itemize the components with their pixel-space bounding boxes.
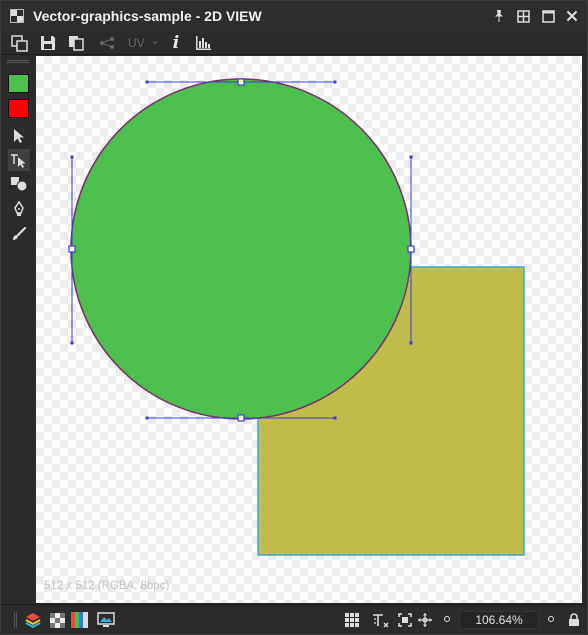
fit-view-icon[interactable]: [395, 610, 415, 630]
layers-icon[interactable]: [23, 610, 43, 630]
brush-tool-icon[interactable]: [8, 223, 30, 245]
new-document-icon[interactable]: [9, 33, 29, 53]
transparency-icon[interactable]: [47, 610, 67, 630]
histogram-icon[interactable]: [193, 33, 213, 53]
share-icon[interactable]: [97, 33, 117, 53]
pan-icon[interactable]: [415, 610, 435, 630]
display-icon[interactable]: [96, 610, 116, 630]
tool-panel: [1, 56, 35, 604]
toolbar: UV ⌄ i: [1, 31, 587, 55]
image-info-label: 512 x 512 (RGBA, 8bpc): [44, 580, 170, 592]
tile-layout-icon[interactable]: [514, 7, 532, 25]
uv-dropdown-label[interactable]: UV: [128, 36, 145, 50]
vertical-scrollbar[interactable]: [582, 56, 587, 603]
channels-icon[interactable]: [69, 610, 89, 630]
info-icon[interactable]: i: [166, 33, 186, 53]
background-color-swatch[interactable]: [8, 99, 29, 118]
title-bar: Vector-graphics-sample - 2D VIEW: [1, 1, 587, 31]
foreground-color-swatch[interactable]: [8, 74, 29, 93]
circle-shape[interactable]: [70, 78, 412, 420]
text-snap-icon[interactable]: [371, 610, 391, 630]
zoom-level[interactable]: 106.64%: [459, 611, 539, 629]
panel-grip[interactable]: [7, 60, 29, 63]
maximize-icon[interactable]: [539, 7, 557, 25]
lock-icon[interactable]: [564, 610, 584, 630]
grid-icon[interactable]: [342, 610, 362, 630]
shapes-tool-icon[interactable]: [8, 173, 30, 195]
view-2d-icon: [10, 9, 24, 23]
status-bar: 106.64%: [1, 604, 587, 634]
vector-artwork[interactable]: [36, 56, 582, 603]
statusbar-grip[interactable]: [14, 612, 17, 628]
select-arrow-icon[interactable]: [8, 125, 30, 147]
zoom-in-icon[interactable]: [548, 616, 554, 622]
close-icon[interactable]: [563, 7, 581, 25]
copy-icon[interactable]: [66, 33, 86, 53]
view-window: Vector-graphics-sample - 2D VIEW UV ⌄ i …: [0, 0, 588, 635]
pen-tool-icon[interactable]: [8, 198, 30, 220]
window-title: Vector-graphics-sample - 2D VIEW: [33, 8, 262, 24]
zoom-out-icon[interactable]: [444, 616, 450, 622]
canvas-viewport[interactable]: 512 x 512 (RGBA, 8bpc): [36, 56, 582, 603]
pin-icon[interactable]: [490, 7, 508, 25]
chevron-down-icon[interactable]: ⌄: [151, 36, 159, 47]
save-icon[interactable]: [38, 33, 58, 53]
direct-select-icon[interactable]: [8, 149, 30, 171]
